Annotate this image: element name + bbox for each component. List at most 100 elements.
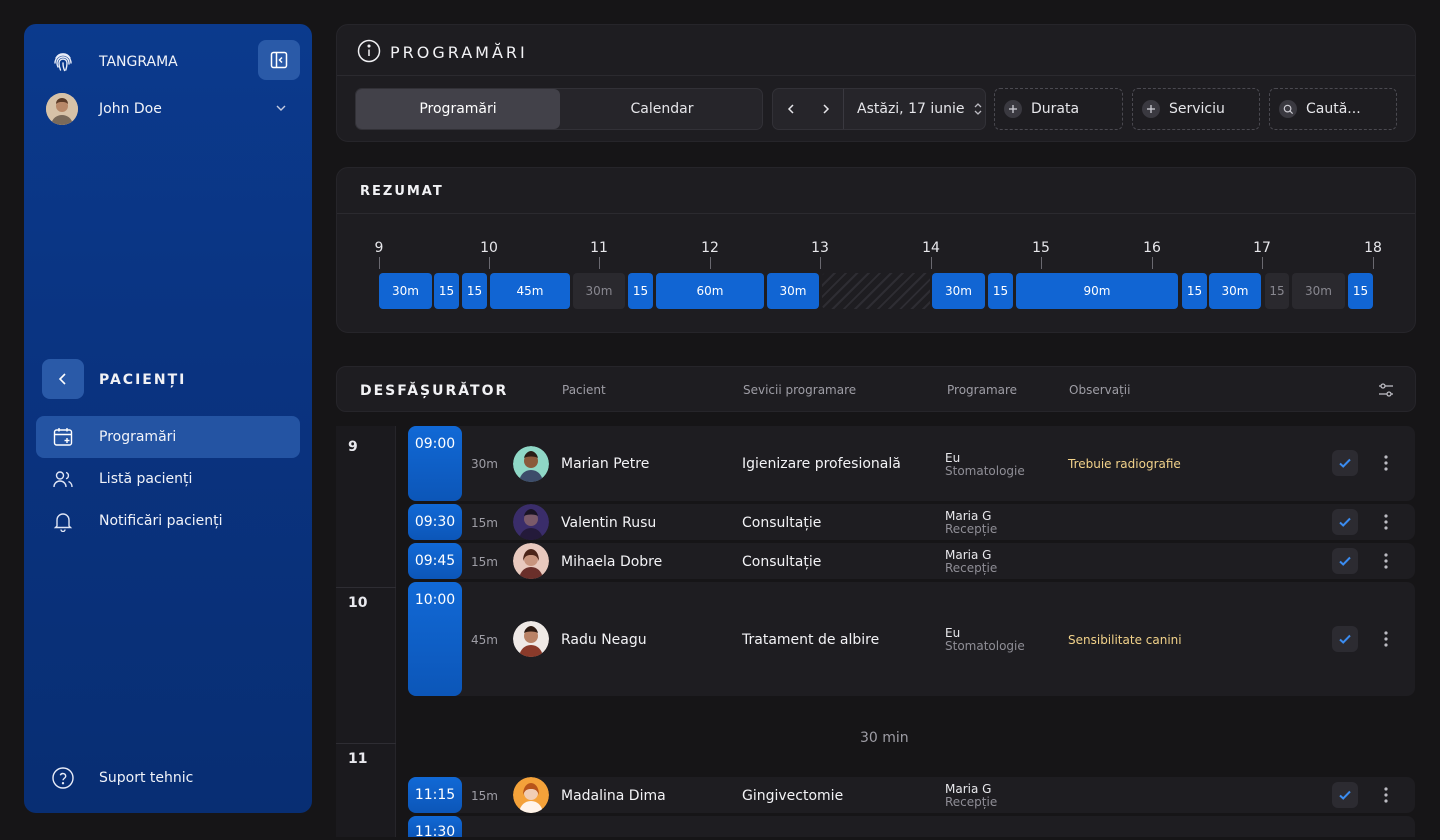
confirm-checkbox[interactable] bbox=[1332, 782, 1358, 808]
time-chip: 11:30 bbox=[408, 816, 462, 840]
more-options-icon[interactable] bbox=[1378, 785, 1394, 805]
summary-title: REZUMAT bbox=[360, 184, 444, 199]
chevron-updown-icon bbox=[975, 103, 982, 115]
appointment-row[interactable]: 11:30 bbox=[408, 816, 1415, 840]
timeline-tick bbox=[820, 257, 821, 269]
sidebar-item-lista-pacienti[interactable]: Listă pacienți bbox=[36, 458, 300, 500]
timeline-block[interactable]: 15 bbox=[1182, 273, 1207, 309]
filter-durata[interactable]: Durata bbox=[994, 88, 1123, 130]
service-name: Consultație bbox=[742, 554, 822, 570]
support-link[interactable]: Suport tehnic bbox=[36, 757, 300, 799]
filter-label: Serviciu bbox=[1169, 101, 1225, 117]
brand-name: TANGRAMA bbox=[99, 54, 178, 70]
timeline-block[interactable]: 30m bbox=[1292, 273, 1345, 309]
timeline-block[interactable]: 30m bbox=[379, 273, 432, 309]
back-button[interactable] bbox=[42, 359, 84, 399]
timeline-tick bbox=[1152, 257, 1153, 269]
collapse-sidebar-button[interactable] bbox=[258, 40, 300, 80]
duration: 30m bbox=[471, 457, 498, 471]
support-label: Suport tehnic bbox=[99, 770, 194, 786]
next-day-button[interactable] bbox=[808, 89, 843, 129]
department: Recepție bbox=[945, 561, 998, 575]
column-header-pacient: Pacient bbox=[562, 383, 606, 397]
timeline-block[interactable]: 15 bbox=[434, 273, 459, 309]
timeline-block[interactable]: 15 bbox=[1265, 273, 1289, 309]
timeline-block[interactable]: 30m bbox=[932, 273, 985, 309]
appointment-row[interactable]: 10:00 45m Radu Neagu Tratament de albire… bbox=[408, 582, 1415, 696]
duration: 15m bbox=[471, 555, 498, 569]
schedule-title: DESFĂȘURĂTOR bbox=[360, 383, 509, 399]
timeline-hour-label: 15 bbox=[1032, 240, 1050, 256]
user-avatar bbox=[46, 93, 78, 125]
timeline-hour-label: 14 bbox=[922, 240, 940, 256]
filter-serviciu[interactable]: Serviciu bbox=[1132, 88, 1260, 130]
tab-programari[interactable]: Programări bbox=[356, 89, 560, 129]
patient-avatar bbox=[513, 504, 549, 540]
time-chip: 11:15 bbox=[408, 777, 462, 813]
timeline-block[interactable]: 45m bbox=[490, 273, 570, 309]
more-options-icon[interactable] bbox=[1378, 453, 1394, 473]
hour-label: 11 bbox=[348, 751, 368, 767]
duration: 15m bbox=[471, 789, 498, 803]
prev-day-button[interactable] bbox=[773, 89, 808, 129]
timeline-tick bbox=[1041, 257, 1042, 269]
check-icon bbox=[1339, 517, 1351, 527]
settings-sliders-icon[interactable] bbox=[1377, 381, 1395, 403]
confirm-checkbox[interactable] bbox=[1332, 626, 1358, 652]
schedule-header: DESFĂȘURĂTOR Pacient Sevicii programare … bbox=[336, 366, 1416, 412]
timeline-hour-label: 18 bbox=[1364, 240, 1382, 256]
timeline-tick bbox=[1262, 257, 1263, 269]
appointment-row[interactable]: 09:30 15m Valentin Rusu Consultație Mari… bbox=[408, 504, 1415, 540]
check-icon bbox=[1339, 634, 1351, 644]
time-chip: 10:00 bbox=[408, 582, 462, 696]
appointment-row[interactable]: 09:00 30m Marian Petre Igienizare profes… bbox=[408, 426, 1415, 501]
confirm-checkbox[interactable] bbox=[1332, 450, 1358, 476]
plus-icon bbox=[1142, 100, 1160, 118]
appointment-row[interactable]: 11:15 15m Madalina Dima Gingivectomie Ma… bbox=[408, 777, 1415, 813]
date-label: Astăzi, 17 iunie bbox=[857, 101, 965, 117]
timeline-block[interactable]: 15 bbox=[462, 273, 487, 309]
user-menu[interactable]: John Doe bbox=[24, 92, 312, 126]
timeline-block[interactable]: 30m bbox=[767, 273, 819, 309]
timeline-block[interactable]: 15 bbox=[1348, 273, 1373, 309]
date-select[interactable]: Astăzi, 17 iunie bbox=[844, 89, 986, 129]
timeline-tick bbox=[489, 257, 490, 269]
sidebar-item-label: Listă pacienți bbox=[99, 471, 193, 487]
duration: 45m bbox=[471, 633, 498, 647]
search-input[interactable]: Caută... bbox=[1269, 88, 1397, 130]
more-options-icon[interactable] bbox=[1378, 629, 1394, 649]
patient-name: Valentin Rusu bbox=[561, 515, 657, 531]
timeline-tick bbox=[1373, 257, 1374, 269]
hour-label: 9 bbox=[348, 439, 358, 455]
timeline-block[interactable]: 90m bbox=[1016, 273, 1178, 309]
appointment-row[interactable]: 09:45 15m Mihaela Dobre Consultație Mari… bbox=[408, 543, 1415, 579]
timeline-tick bbox=[710, 257, 711, 269]
timeline-block[interactable]: 30m bbox=[573, 273, 625, 309]
timeline-block[interactable]: 60m bbox=[656, 273, 764, 309]
timeline-tick bbox=[931, 257, 932, 269]
timeline-block[interactable]: 15 bbox=[628, 273, 653, 309]
sidebar-item-notificari[interactable]: Notificări pacienți bbox=[36, 500, 300, 542]
time-chip: 09:45 bbox=[408, 543, 462, 579]
calendar-plus-icon bbox=[51, 425, 75, 449]
column-header-programare: Programare bbox=[947, 383, 1018, 397]
confirm-checkbox[interactable] bbox=[1332, 548, 1358, 574]
more-options-icon[interactable] bbox=[1378, 512, 1394, 532]
tab-calendar[interactable]: Calendar bbox=[560, 89, 764, 129]
timeline-block[interactable]: 15 bbox=[988, 273, 1013, 309]
hour-label: 10 bbox=[348, 595, 368, 611]
column-header-servicii: Sevicii programare bbox=[743, 383, 857, 397]
more-options-icon[interactable] bbox=[1378, 551, 1394, 571]
timeline-block[interactable]: 30m bbox=[1209, 273, 1261, 309]
confirm-checkbox[interactable] bbox=[1332, 509, 1358, 535]
timeline-hour-label: 10 bbox=[480, 240, 498, 256]
patient-name: Radu Neagu bbox=[561, 632, 647, 648]
page-title: PROGRAMĂRI bbox=[390, 43, 528, 62]
sidebar-item-programari[interactable]: Programări bbox=[36, 416, 300, 458]
patient-avatar bbox=[513, 621, 549, 657]
check-icon bbox=[1339, 458, 1351, 468]
chevron-right-icon bbox=[822, 104, 829, 114]
observation: Trebuie radiografie bbox=[1068, 457, 1181, 471]
service-name: Gingivectomie bbox=[742, 788, 844, 804]
chevron-left-icon bbox=[58, 373, 66, 385]
